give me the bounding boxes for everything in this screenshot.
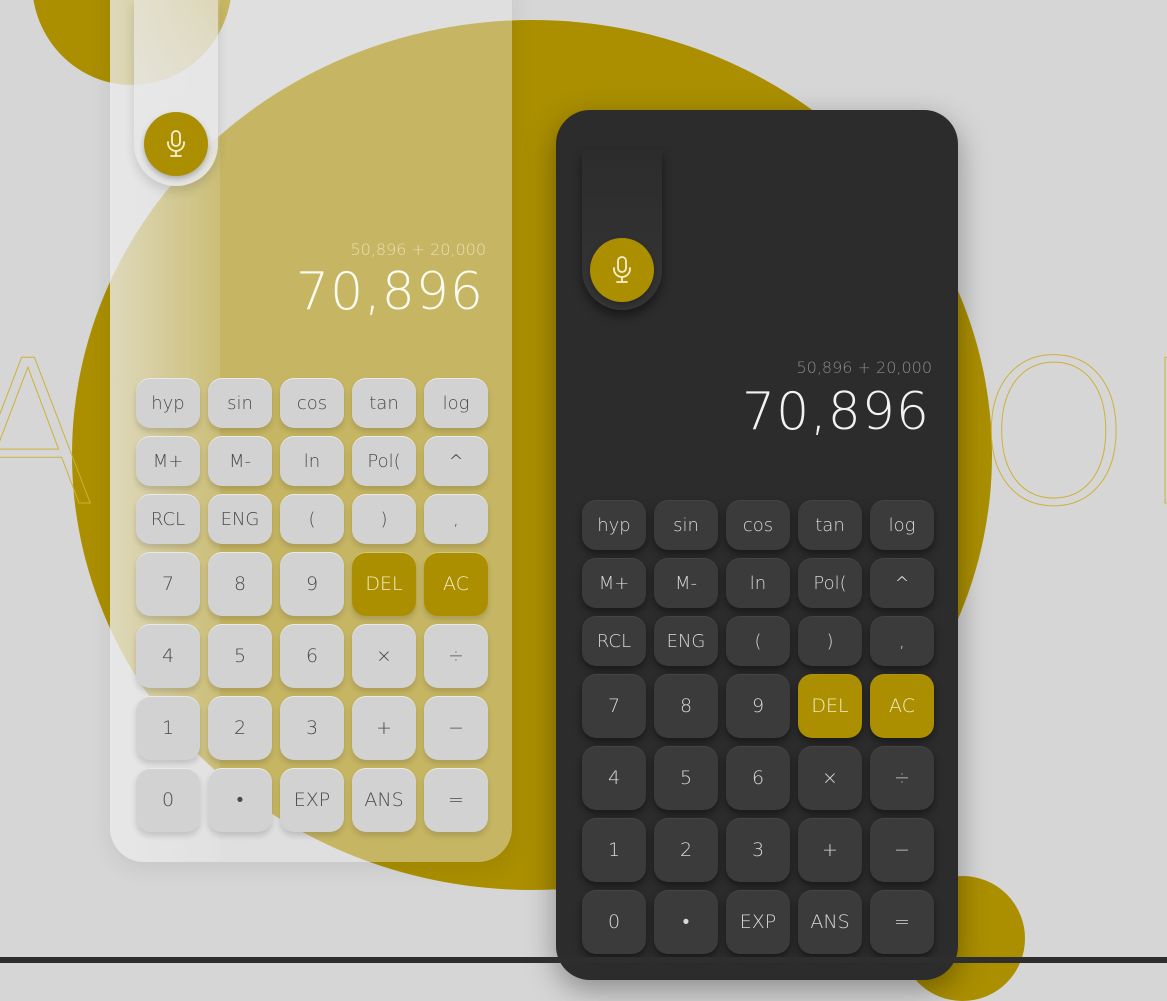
key-0[interactable]: 0 bbox=[136, 768, 200, 832]
key-memory-minus[interactable]: M- bbox=[654, 558, 718, 608]
key-3[interactable]: 3 bbox=[280, 696, 344, 760]
key-open-paren[interactable]: ( bbox=[280, 494, 344, 544]
dark-calculator: 50,896 + 20,000 70,896 hyp sin cos tan log M+… bbox=[556, 110, 958, 980]
key-answer[interactable]: ANS bbox=[798, 890, 862, 954]
outline-text-left: A bbox=[0, 318, 105, 551]
key-close-paren[interactable]: ) bbox=[352, 494, 416, 544]
microphone-button[interactable] bbox=[590, 238, 654, 302]
key-decimal[interactable]: • bbox=[208, 768, 272, 832]
key-tan[interactable]: tan bbox=[798, 500, 862, 550]
key-sin[interactable]: sin bbox=[654, 500, 718, 550]
key-pol[interactable]: Pol( bbox=[352, 436, 416, 486]
key-log[interactable]: log bbox=[424, 378, 488, 428]
mic-slot bbox=[582, 150, 662, 310]
key-exp[interactable]: EXP bbox=[726, 890, 790, 954]
key-multiply[interactable]: × bbox=[352, 624, 416, 688]
key-memory-minus[interactable]: M- bbox=[208, 436, 272, 486]
key-hyp[interactable]: hyp bbox=[136, 378, 200, 428]
keypad-light: hyp sin cos tan log M+ M-ln Pol(^ RCL ENG(), 7 8 9 DE… bbox=[136, 378, 488, 832]
key-ln[interactable]: ln bbox=[726, 558, 790, 608]
key-6[interactable]: 6 bbox=[726, 746, 790, 810]
key-all-clear[interactable]: AC bbox=[424, 552, 488, 616]
key-ln[interactable]: ln bbox=[280, 436, 344, 486]
key-open-paren[interactable]: ( bbox=[726, 616, 790, 666]
key-log[interactable]: log bbox=[870, 500, 934, 550]
key-power[interactable]: ^ bbox=[424, 436, 488, 486]
key-equals[interactable]: = bbox=[870, 890, 934, 954]
key-memory-plus[interactable]: M+ bbox=[136, 436, 200, 486]
keypad-dark: hyp sin cos tan log M+ M-ln Pol(^ RCL ENG(), 7 8 9 DE… bbox=[582, 500, 934, 954]
key-0[interactable]: 0 bbox=[582, 890, 646, 954]
mic-slot bbox=[134, 0, 218, 186]
outline-text-right: OR bbox=[974, 318, 1167, 551]
result-display: 70,896 bbox=[296, 262, 484, 322]
key-divide[interactable]: ÷ bbox=[424, 624, 488, 688]
key-recall[interactable]: RCL bbox=[136, 494, 200, 544]
key-sin[interactable]: sin bbox=[208, 378, 272, 428]
key-8[interactable]: 8 bbox=[208, 552, 272, 616]
expression-display: 50,896 + 20,000 bbox=[796, 358, 932, 377]
key-6[interactable]: 6 bbox=[280, 624, 344, 688]
key-eng[interactable]: ENG bbox=[654, 616, 718, 666]
key-8[interactable]: 8 bbox=[654, 674, 718, 738]
expression-display: 50,896 + 20,000 bbox=[350, 240, 486, 259]
key-9[interactable]: 9 bbox=[280, 552, 344, 616]
key-plus[interactable]: + bbox=[352, 696, 416, 760]
key-5[interactable]: 5 bbox=[654, 746, 718, 810]
key-minus[interactable]: − bbox=[424, 696, 488, 760]
key-4[interactable]: 4 bbox=[136, 624, 200, 688]
key-7[interactable]: 7 bbox=[136, 552, 200, 616]
key-2[interactable]: 2 bbox=[654, 818, 718, 882]
key-equals[interactable]: = bbox=[424, 768, 488, 832]
key-decimal[interactable]: • bbox=[654, 890, 718, 954]
key-memory-plus[interactable]: M+ bbox=[582, 558, 646, 608]
key-close-paren[interactable]: ) bbox=[798, 616, 862, 666]
key-exp[interactable]: EXP bbox=[280, 768, 344, 832]
microphone-icon bbox=[613, 256, 631, 283]
key-hyp[interactable]: hyp bbox=[582, 500, 646, 550]
key-pol[interactable]: Pol( bbox=[798, 558, 862, 608]
key-4[interactable]: 4 bbox=[582, 746, 646, 810]
key-1[interactable]: 1 bbox=[136, 696, 200, 760]
microphone-icon bbox=[167, 130, 185, 157]
key-cos[interactable]: cos bbox=[280, 378, 344, 428]
key-multiply[interactable]: × bbox=[798, 746, 862, 810]
microphone-button[interactable] bbox=[144, 112, 208, 176]
light-calculator: 50,896 + 20,000 70,896 hyp sin cos tan log M+… bbox=[110, 0, 512, 862]
key-answer[interactable]: ANS bbox=[352, 768, 416, 832]
key-minus[interactable]: − bbox=[870, 818, 934, 882]
key-delete[interactable]: DEL bbox=[798, 674, 862, 738]
key-2[interactable]: 2 bbox=[208, 696, 272, 760]
key-comma[interactable]: , bbox=[424, 494, 488, 544]
key-3[interactable]: 3 bbox=[726, 818, 790, 882]
result-display: 70,896 bbox=[742, 382, 930, 442]
key-delete[interactable]: DEL bbox=[352, 552, 416, 616]
key-recall[interactable]: RCL bbox=[582, 616, 646, 666]
key-eng[interactable]: ENG bbox=[208, 494, 272, 544]
key-all-clear[interactable]: AC bbox=[870, 674, 934, 738]
key-cos[interactable]: cos bbox=[726, 500, 790, 550]
key-power[interactable]: ^ bbox=[870, 558, 934, 608]
key-7[interactable]: 7 bbox=[582, 674, 646, 738]
key-1[interactable]: 1 bbox=[582, 818, 646, 882]
bottom-bar bbox=[0, 957, 1167, 963]
key-tan[interactable]: tan bbox=[352, 378, 416, 428]
key-plus[interactable]: + bbox=[798, 818, 862, 882]
key-9[interactable]: 9 bbox=[726, 674, 790, 738]
key-5[interactable]: 5 bbox=[208, 624, 272, 688]
key-divide[interactable]: ÷ bbox=[870, 746, 934, 810]
key-comma[interactable]: , bbox=[870, 616, 934, 666]
